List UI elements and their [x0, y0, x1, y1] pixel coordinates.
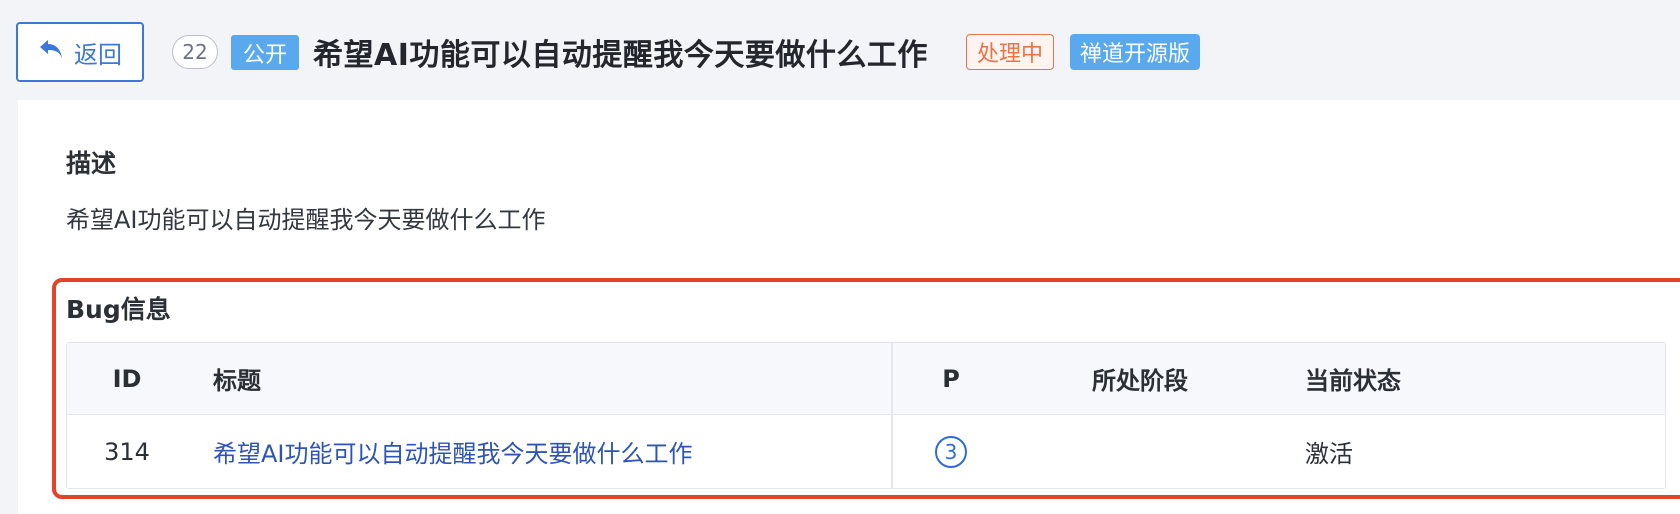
bug-id-cell: 314 — [104, 437, 150, 466]
product-tag: 禅道开源版 — [1070, 34, 1201, 70]
bug-priority-cell: 3 — [891, 415, 1011, 488]
return-arrow-icon — [38, 38, 64, 66]
column-header-title[interactable]: 标题 — [213, 343, 261, 414]
table-header-row: ID 标题 P 所处阶段 当前状态 — [67, 343, 1665, 415]
description-text: 希望AI功能可以自动提醒我今天要做什么工作 — [66, 206, 546, 234]
bug-title-link[interactable]: 希望AI功能可以自动提醒我今天要做什么工作 — [213, 434, 693, 469]
bug-state-cell: 激活 — [1305, 440, 1353, 468]
table-row: 314 希望AI功能可以自动提醒我今天要做什么工作 3 激活 — [67, 415, 1665, 488]
bug-title-cell: 希望AI功能可以自动提醒我今天要做什么工作 — [213, 415, 693, 488]
priority-badge: 3 — [935, 435, 967, 468]
description-heading: 描述 — [66, 149, 117, 178]
column-header-state[interactable]: 当前状态 — [1305, 343, 1401, 414]
back-button[interactable]: 返回 — [16, 22, 144, 82]
bug-info-heading: Bug信息 — [66, 295, 171, 324]
column-header-priority[interactable]: P — [891, 343, 1011, 414]
story-id-badge: 22 — [172, 35, 218, 69]
page-title: 希望AI功能可以自动提醒我今天要做什么工作 — [313, 38, 928, 73]
status-badge: 处理中 — [966, 34, 1055, 70]
visibility-tag: 公开 — [231, 35, 300, 70]
column-header-id[interactable]: ID — [67, 343, 187, 414]
back-button-label: 返回 — [74, 40, 122, 69]
bug-table: ID 标题 P 所处阶段 当前状态 314 希望AI功能可以自动提醒我今天要做什… — [66, 342, 1666, 489]
header-bar: 返回 22 公开 希望AI功能可以自动提醒我今天要做什么工作 处理中 禅道开源版 — [0, 0, 1680, 100]
detail-card: 描述 希望AI功能可以自动提醒我今天要做什么工作 Bug信息 ID 标题 P 所… — [18, 100, 1680, 514]
column-header-stage[interactable]: 所处阶段 — [1092, 343, 1188, 414]
